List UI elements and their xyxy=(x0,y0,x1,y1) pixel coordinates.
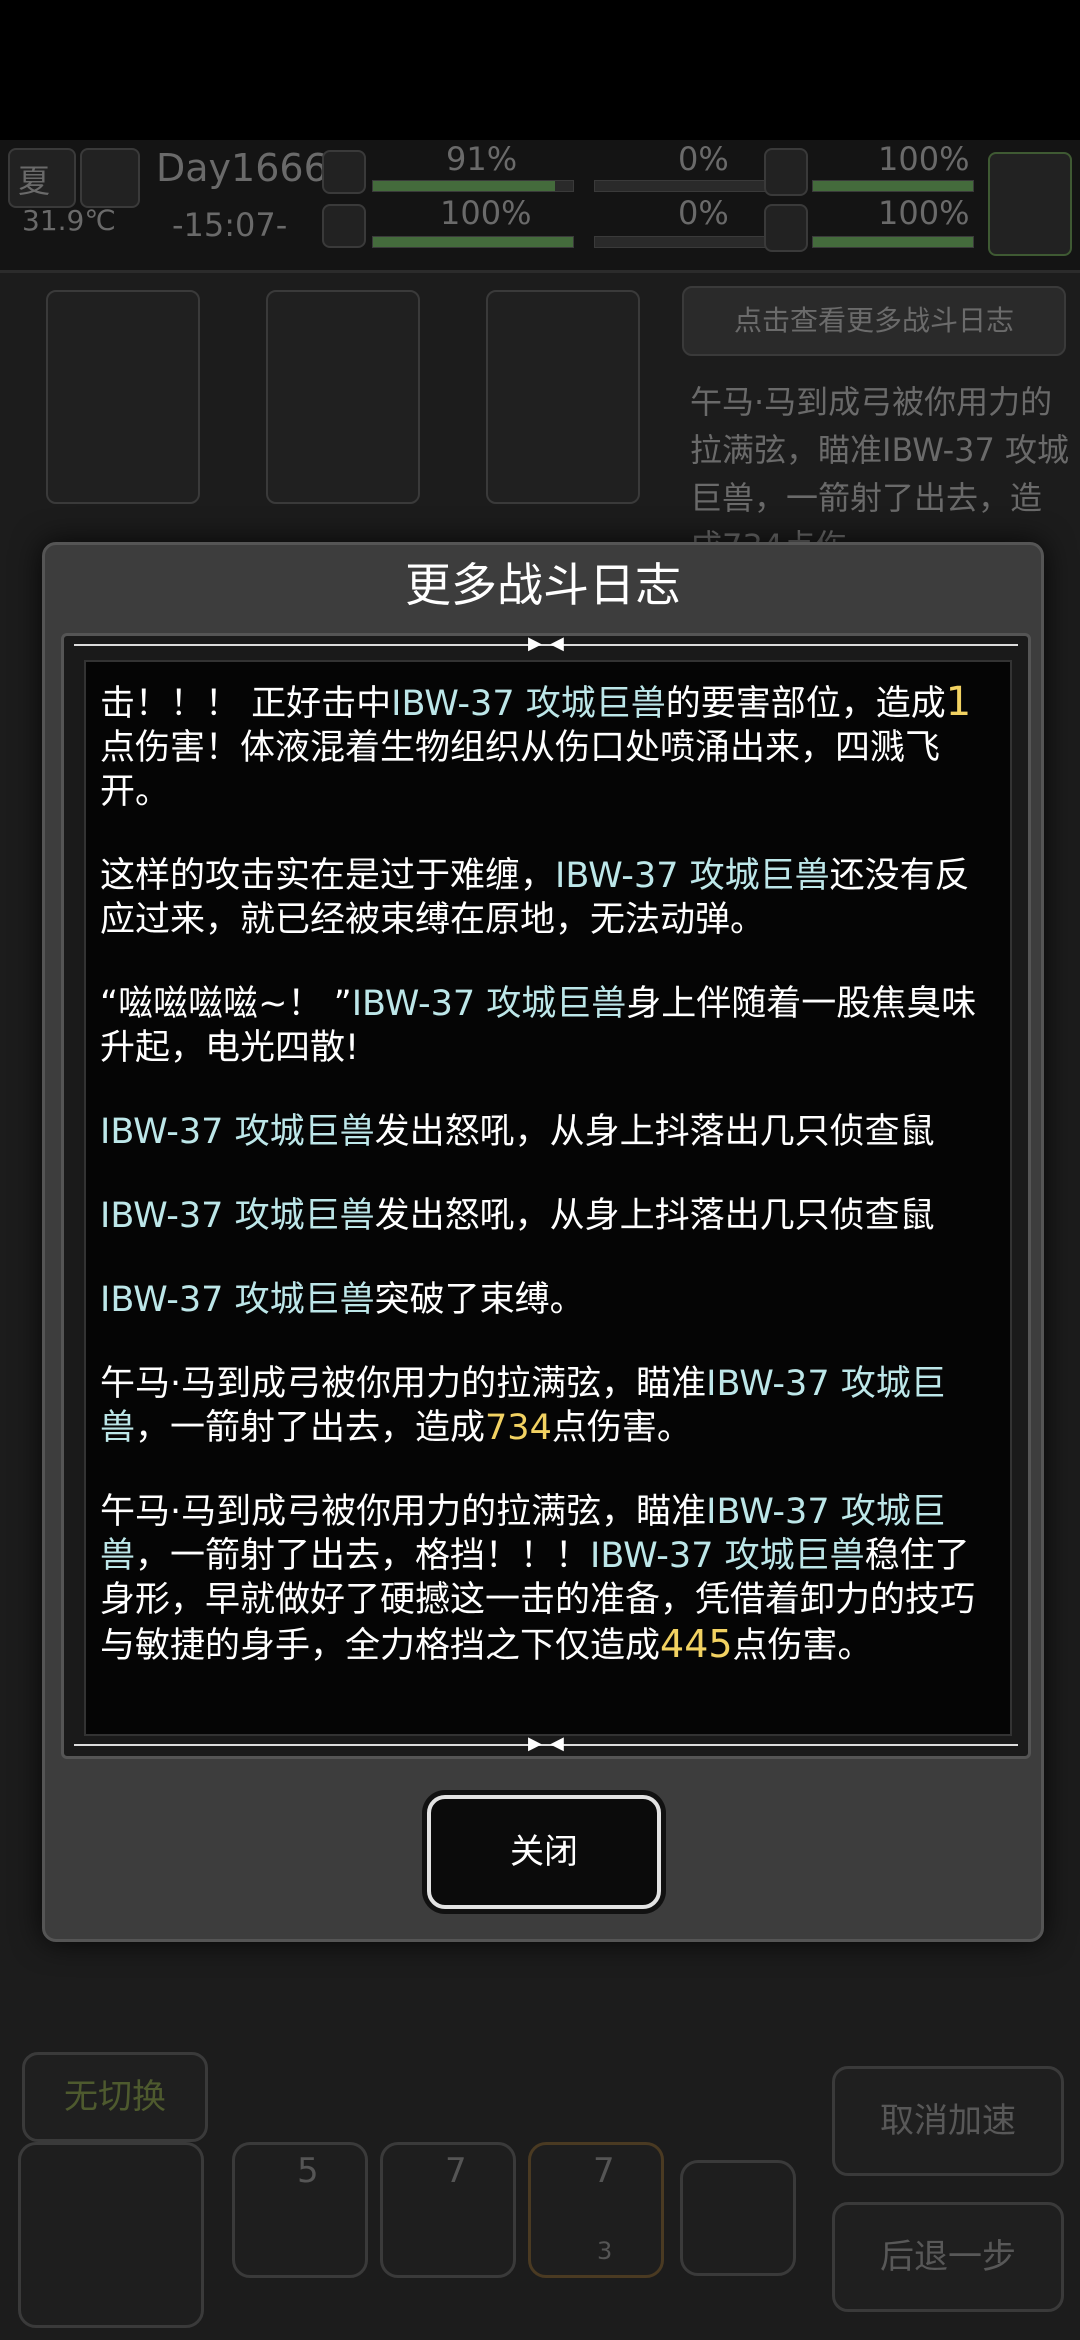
battle-log-scroll[interactable]: 击！！！ 正好击中IBW-37 攻城巨兽的要害部位，造成1点伤害！体液混着生物组… xyxy=(84,660,1012,1736)
close-button[interactable]: 关闭 xyxy=(427,1795,661,1909)
arrow-left-icon: ◀ xyxy=(550,633,564,654)
top-divider: ▶ ◀ xyxy=(74,635,1018,653)
tool-count: 5 xyxy=(297,2151,319,2191)
no-switch-button[interactable]: 无切换 xyxy=(22,2052,208,2142)
lock-icon xyxy=(764,148,808,196)
temperature-readout: 31.9℃ xyxy=(22,204,116,237)
arrow-right-icon: ▶ xyxy=(528,633,542,654)
log-entry: 这样的攻击实在是过于难缠，IBW-37 攻城巨兽还没有反应过来，就已经被束缚在原… xyxy=(100,856,970,940)
status-hud: 夏 31.9℃ Day1666 -15:07- 91% 100% 0% 0% 1… xyxy=(0,140,1080,273)
stat-value: 100% xyxy=(878,194,970,232)
heart-icon xyxy=(764,204,808,252)
log-entry: IBW-37 攻城巨兽发出怒吼，从身上抖落出几只侦查鼠 xyxy=(100,1196,935,1236)
dialog-title: 更多战斗日志 xyxy=(405,558,681,612)
stat-value: 0% xyxy=(678,194,729,232)
arrow-right-icon: ▶ xyxy=(528,1733,542,1754)
arrow-left-icon: ◀ xyxy=(550,1733,564,1754)
stat-value: 91% xyxy=(446,140,518,178)
tool-slot[interactable]: 5 xyxy=(232,2142,368,2278)
log-entry: 午马·马到成弓被你用力的拉满弦，瞄准IBW-37 攻城巨兽，一箭射了出去，格挡！… xyxy=(100,1492,976,1666)
stat-value: 0% xyxy=(678,140,729,178)
cancel-speedup-button[interactable]: 取消加速 xyxy=(832,2066,1064,2176)
boot-icon xyxy=(322,204,366,248)
tool-count: 7 xyxy=(593,2151,615,2191)
season-badge: 夏 xyxy=(8,148,76,208)
log-entry: IBW-37 攻城巨兽发出怒吼，从身上抖落出几只侦查鼠 xyxy=(100,1112,935,1152)
stat-value: 100% xyxy=(440,194,532,232)
log-frame: ▶ ◀ 击！！！ 正好击中IBW-37 攻城巨兽的要害部位，造成1点伤害！体液混… xyxy=(61,633,1031,1759)
tool-slot[interactable]: 7 xyxy=(380,2142,516,2278)
log-entry: “嗞嗞嗞嗞~！ ”IBW-37 攻城巨兽身上伴随着一股焦臭味升起，电光四散! xyxy=(100,984,977,1068)
bow-weapon-button[interactable] xyxy=(18,2142,204,2328)
weapon-slot[interactable] xyxy=(46,290,200,504)
log-entry: 午马·马到成弓被你用力的拉满弦，瞄准IBW-37 攻城巨兽，一箭射了出去，造成7… xyxy=(100,1364,946,1448)
log-entry: IBW-37 攻城巨兽突破了束缚。 xyxy=(100,1280,585,1320)
stat-bar xyxy=(812,236,974,248)
menu-button[interactable] xyxy=(988,152,1072,256)
day-counter: Day1666 xyxy=(156,146,328,190)
weapon-slot[interactable] xyxy=(486,290,640,504)
sun-icon xyxy=(80,148,140,208)
item-slot[interactable] xyxy=(680,2160,796,2276)
bottom-divider: ▶ ◀ xyxy=(74,1735,1018,1753)
stat-value: 100% xyxy=(878,140,970,178)
battle-log-dialog: 更多战斗日志 ▶ ◀ 击！！！ 正好击中IBW-37 攻城巨兽的要害部位，造成1… xyxy=(42,542,1044,1942)
tool-count: 7 xyxy=(445,2151,467,2191)
medkit-icon xyxy=(322,150,366,194)
stat-bar xyxy=(372,180,574,192)
tool-slot[interactable]: 7 3 xyxy=(528,2142,664,2278)
stat-bar xyxy=(372,236,574,248)
tool-sub-count: 3 xyxy=(597,2237,613,2265)
stat-bar xyxy=(812,180,974,192)
season-label: 夏 xyxy=(18,162,51,200)
battle-log-text: 击！！！ 正好击中IBW-37 攻城巨兽的要害部位，造成1点伤害！体液混着生物组… xyxy=(100,680,1000,1708)
clock-readout: -15:07- xyxy=(172,206,288,244)
weapon-slot[interactable] xyxy=(266,290,420,504)
step-back-button[interactable]: 后退一步 xyxy=(832,2202,1064,2312)
log-entry: 击！！！ 正好击中IBW-37 攻城巨兽的要害部位，造成1点伤害！体液混着生物组… xyxy=(100,679,972,812)
more-battle-log-button[interactable]: 点击查看更多战斗日志 xyxy=(682,286,1066,356)
